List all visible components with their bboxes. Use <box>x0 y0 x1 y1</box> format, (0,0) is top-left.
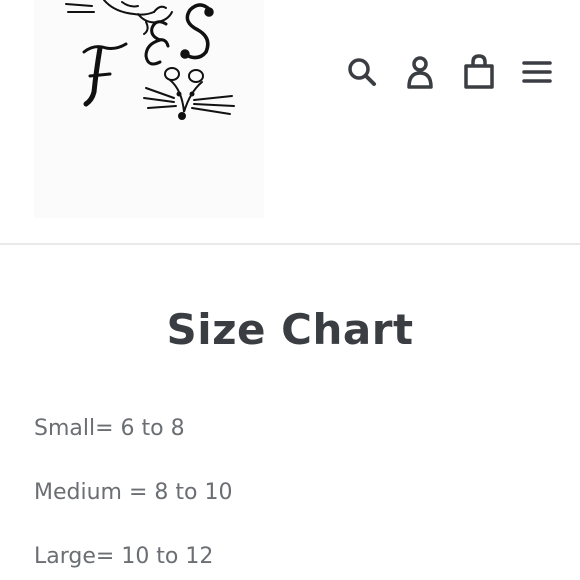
fs-mouse-bird-logo-icon <box>65 0 235 120</box>
size-medium-text: Medium = 8 to 10 <box>34 480 233 505</box>
search-icon <box>348 58 376 86</box>
cart-icon <box>464 54 494 89</box>
menu-icon <box>522 61 552 83</box>
size-small-text: Small= 6 to 8 <box>34 416 185 441</box>
page: Size Chart Small= 6 to 8 Medium = 8 to 1… <box>0 0 580 580</box>
site-logo[interactable] <box>34 0 264 218</box>
search-button[interactable] <box>340 50 384 94</box>
size-chart-content: Small= 6 to 8 Medium = 8 to 10 Large= 10… <box>34 410 554 580</box>
cart-button[interactable] <box>457 50 501 94</box>
menu-button[interactable] <box>515 50 559 94</box>
site-header <box>0 0 580 244</box>
header-divider <box>0 243 580 245</box>
account-icon <box>407 56 433 89</box>
page-title: Size Chart <box>166 305 414 354</box>
account-button[interactable] <box>398 50 442 94</box>
header-icon-bar <box>340 50 560 94</box>
size-large-text: Large= 10 to 12 <box>34 544 214 569</box>
